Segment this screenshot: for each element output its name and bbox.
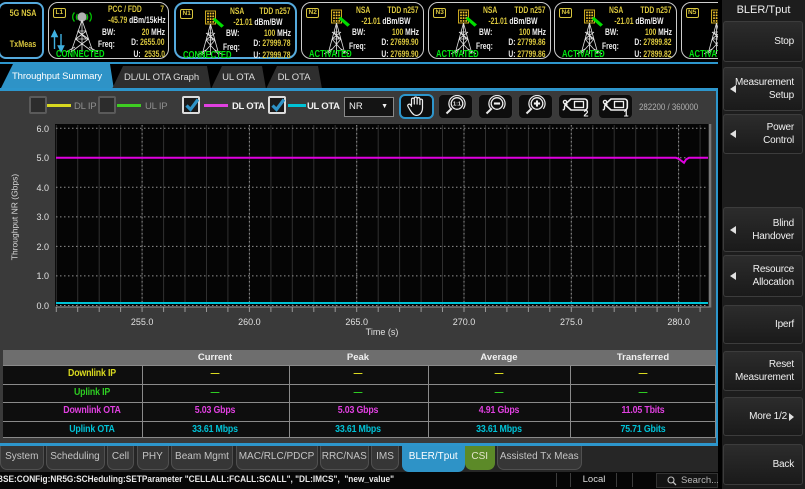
svg-text:1:1: 1:1 bbox=[453, 102, 461, 108]
svg-text:1: 1 bbox=[623, 109, 628, 119]
svg-text:2: 2 bbox=[583, 109, 588, 119]
